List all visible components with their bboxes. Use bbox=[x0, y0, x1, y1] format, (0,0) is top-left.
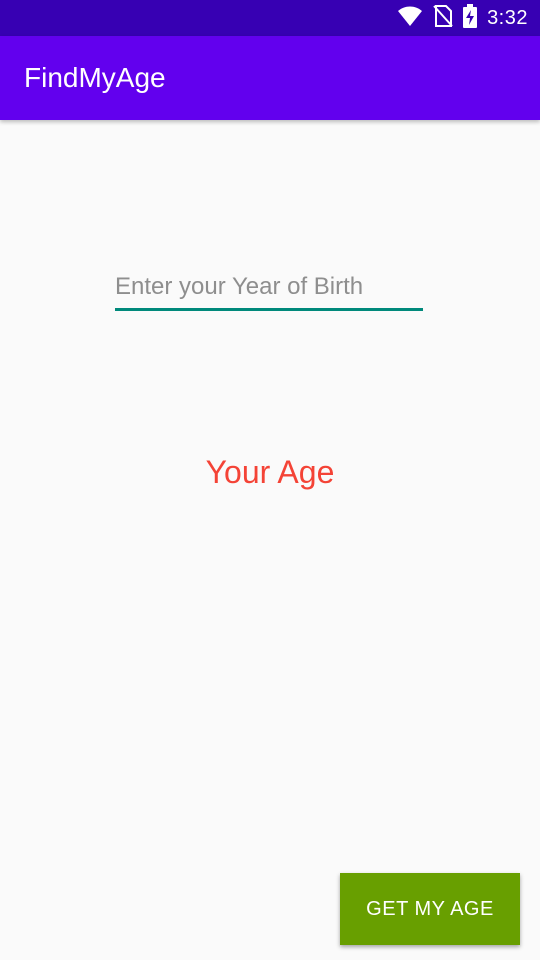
status-bar: 3:32 bbox=[0, 0, 540, 36]
status-time: 3:32 bbox=[487, 6, 528, 29]
battery-charging-icon bbox=[463, 3, 478, 33]
wifi-icon bbox=[397, 5, 423, 32]
main-content: Your Age GET MY AGE bbox=[0, 120, 540, 960]
app-title: FindMyAge bbox=[24, 62, 166, 93]
no-sim-icon bbox=[433, 4, 453, 32]
age-result-label: Your Age bbox=[205, 454, 335, 490]
get-my-age-button[interactable]: GET MY AGE bbox=[340, 873, 520, 945]
status-icons: 3:32 bbox=[397, 0, 528, 36]
year-of-birth-input[interactable] bbox=[115, 265, 423, 311]
app-bar: FindMyAge bbox=[0, 36, 540, 120]
